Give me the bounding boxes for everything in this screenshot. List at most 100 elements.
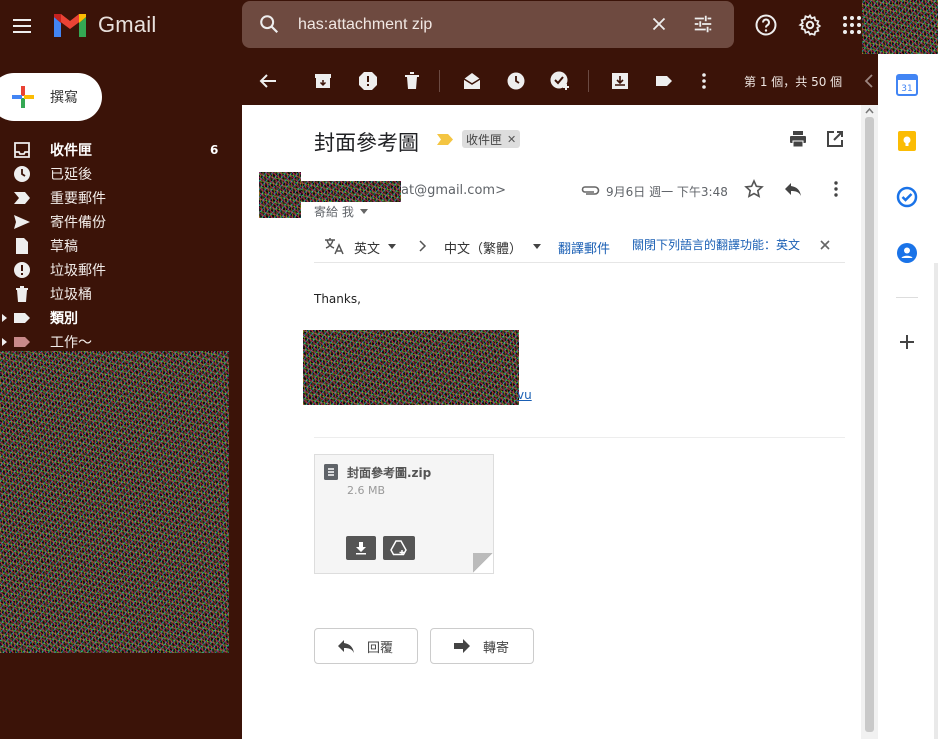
email-scrollbar[interactable] (861, 105, 878, 739)
label-chip-text: 收件匣 (466, 132, 503, 147)
important-icon (12, 188, 32, 208)
side-panel-scrollbar[interactable] (934, 263, 938, 739)
recipient-line[interactable]: 寄給 我 (314, 203, 368, 220)
sidebar-item-sent[interactable]: 寄件備份 (0, 210, 232, 234)
zip-file-icon (323, 463, 339, 481)
inbox-label-chip: 收件匣 ✕ (462, 130, 521, 148)
clock-icon (12, 164, 32, 184)
star-icon[interactable] (744, 179, 764, 199)
expand-arrow-icon[interactable] (2, 338, 7, 346)
keep-icon[interactable] (896, 130, 918, 152)
reply-icon[interactable] (783, 179, 803, 199)
inbox-icon (12, 140, 32, 160)
search-options-icon[interactable] (692, 13, 714, 35)
page-fold-decoration (473, 553, 493, 573)
more-options-icon[interactable] (826, 179, 846, 199)
side-panel (878, 54, 938, 739)
attachment-name: 封面參考圖.zip (347, 466, 432, 480)
chevron-down-icon[interactable] (388, 244, 396, 249)
send-icon (12, 212, 32, 232)
move-to-icon[interactable] (609, 70, 631, 92)
scroll-thumb[interactable] (865, 105, 874, 739)
previous-page-icon[interactable] (862, 70, 876, 92)
search-icon[interactable] (258, 13, 280, 35)
paperclip-icon (580, 182, 600, 198)
label-icon (12, 308, 32, 328)
calendar-icon[interactable]: 31 (896, 74, 918, 96)
sidebar-item-label: 重要郵件 (50, 191, 106, 207)
chevron-down-icon[interactable] (359, 209, 368, 214)
sidebar-item-label: 垃圾郵件 (50, 263, 106, 279)
save-to-drive-button[interactable] (383, 536, 415, 560)
spam-icon (12, 260, 32, 280)
attachment-divider (314, 437, 845, 438)
sidebar-item-important[interactable]: 重要郵件 (0, 186, 232, 210)
report-spam-icon[interactable] (357, 70, 379, 92)
main-menu-icon[interactable] (10, 14, 34, 38)
sidebar-item-label: 寄件備份 (50, 215, 106, 231)
close-icon[interactable] (820, 240, 830, 250)
signature-link[interactable]: vu (517, 388, 532, 402)
sidebar-item-label: 工作～ (50, 335, 92, 351)
download-button[interactable] (346, 536, 376, 560)
chevron-down-icon[interactable] (533, 244, 541, 249)
remove-label-icon[interactable]: ✕ (507, 133, 516, 146)
reply-icon (337, 638, 355, 654)
add-to-drive-icon (390, 540, 407, 556)
email-view: 封面參考圖 收件匣 ✕ at@gmail.com> 9月6日 週一 下午3:48… (242, 105, 861, 739)
download-icon (356, 542, 366, 555)
reply-button[interactable]: 回覆 (314, 628, 418, 664)
sidebar-item-label: 垃圾桶 (50, 287, 92, 303)
importance-marker-icon[interactable] (437, 134, 453, 145)
attachment-size: 2.6 MB (347, 484, 386, 497)
search-input[interactable] (298, 1, 628, 48)
sidebar-item-drafts[interactable]: 草稿 (0, 234, 232, 258)
forward-icon (453, 638, 471, 654)
contacts-icon[interactable] (896, 242, 918, 264)
expand-arrow-icon[interactable] (2, 314, 7, 322)
sidebar-item-spam[interactable]: 垃圾郵件 (0, 258, 232, 282)
email-body-text: Thanks, (314, 292, 361, 306)
email-date: 9月6日 週一 下午3:48 (606, 185, 728, 199)
add-addon-icon[interactable] (896, 331, 918, 353)
sidebar-item-label: 草稿 (50, 239, 78, 255)
archive-icon[interactable] (312, 70, 334, 92)
redacted-sender-name (301, 181, 401, 202)
sidebar-item-label: 已延後 (50, 167, 92, 183)
sidebar-item-trash[interactable]: 垃圾桶 (0, 282, 232, 306)
redacted-region (0, 351, 229, 653)
google-apps-icon[interactable] (842, 15, 862, 35)
mark-unread-icon[interactable] (461, 70, 483, 92)
settings-gear-icon[interactable] (798, 13, 822, 37)
forward-label: 轉寄 (483, 640, 510, 656)
labels-icon[interactable] (653, 70, 675, 92)
help-icon[interactable] (754, 13, 778, 37)
tasks-icon[interactable] (896, 186, 918, 208)
search-bar[interactable] (242, 1, 734, 48)
sidebar-item-categories[interactable]: 類別 (0, 306, 232, 330)
gmail-logo[interactable]: Gmail (52, 10, 156, 40)
redacted-signature (303, 330, 519, 405)
delete-icon[interactable] (401, 70, 423, 92)
sender-avatar[interactable] (259, 172, 301, 218)
attachment-card[interactable]: 封面參考圖.zip 2.6 MB (314, 454, 494, 574)
clear-search-icon[interactable] (648, 13, 670, 35)
forward-button[interactable]: 轉寄 (430, 628, 534, 664)
translate-message-link[interactable]: 翻譯郵件 (558, 238, 610, 257)
back-arrow-icon[interactable] (257, 70, 279, 92)
turn-off-translation-link[interactable]: 關閉下列語言的翻譯功能：英文 (632, 236, 800, 253)
print-icon[interactable] (788, 129, 808, 149)
target-language-select[interactable]: 中文（繁體） (444, 238, 522, 257)
more-options-icon[interactable] (693, 70, 715, 92)
compose-button[interactable]: 撰寫 (0, 73, 102, 121)
open-new-window-icon[interactable] (825, 129, 845, 149)
sidebar-item-snoozed[interactable]: 已延後 (0, 162, 232, 186)
snooze-icon[interactable] (505, 70, 527, 92)
email-subject: 封面參考圖 (314, 131, 419, 155)
side-panel-separator (896, 297, 918, 298)
add-task-icon[interactable] (549, 70, 571, 92)
sidebar-item-inbox[interactable]: 收件匣 6 (0, 138, 232, 162)
account-avatar[interactable] (862, 0, 938, 54)
source-language-select[interactable]: 英文 (354, 238, 380, 257)
gmail-logo-icon (54, 14, 86, 37)
